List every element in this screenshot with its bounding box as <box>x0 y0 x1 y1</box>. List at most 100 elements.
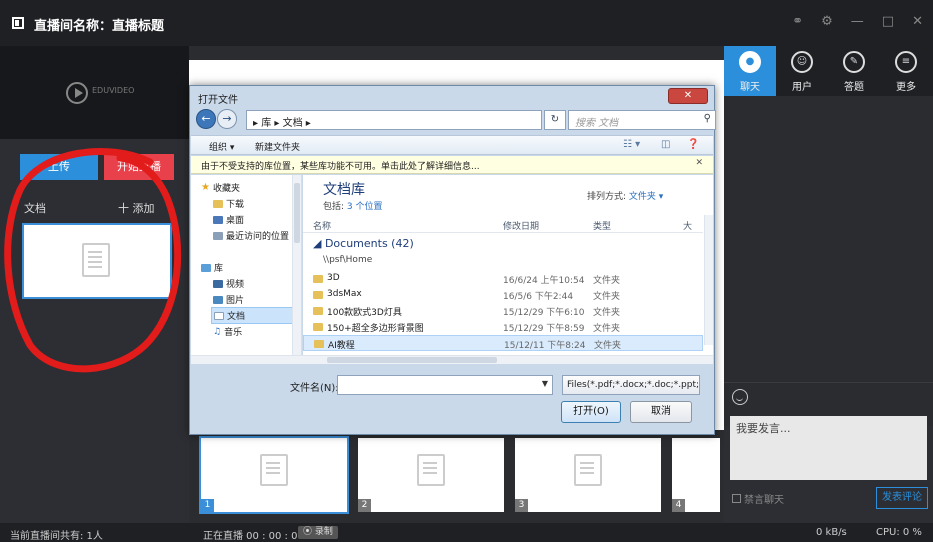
chevron-down-icon[interactable]: ▼ <box>542 379 548 388</box>
nav-videos[interactable]: 视频 <box>213 277 244 290</box>
nav-music[interactable]: ♫ 音乐 <box>213 325 242 339</box>
open-file-dialog: 打开文件 ✕ ← → ▸ 库 ▸ 文档 ▸ ↻ 搜索 文档 ⚲ 组织 ▾ 新建文… <box>189 85 716 435</box>
info-close-icon[interactable]: ✕ <box>695 158 703 168</box>
chat-messages <box>724 96 933 426</box>
library-sub-prefix: 包括: <box>323 202 347 212</box>
video-preview: EDUVIDEO <box>0 46 189 139</box>
smiley-icon[interactable] <box>732 389 748 405</box>
page-thumb[interactable]: 2 <box>356 436 506 514</box>
mute-chat-toggle[interactable]: 禁言聊天 <box>732 491 784 506</box>
right-tabs: ● 聊天 ☺ 用户 ✎ 答题 ≡ 更多 <box>724 46 933 96</box>
open-button[interactable]: 打开(O) <box>561 401 621 423</box>
add-doc-button[interactable]: 十 添加 <box>118 200 155 216</box>
nav-label: 桌面 <box>226 216 245 226</box>
document-icon <box>260 454 288 486</box>
dialog-title: 打开文件 <box>198 95 238 106</box>
page-thumb[interactable]: 3 <box>513 436 663 514</box>
minimize-icon[interactable]: — <box>851 14 864 29</box>
file-row[interactable]: 100款欧式3D灯具 15/12/29 下午6:10 文件夹 <box>303 303 703 319</box>
organize-menu[interactable]: 组织 ▾ <box>209 140 234 153</box>
address-bar[interactable]: ▸ 库 ▸ 文档 ▸ <box>246 110 542 130</box>
page-number: 1 <box>201 499 214 512</box>
scroll-thumb[interactable] <box>294 183 300 243</box>
file-row[interactable]: 150+超全多边形背景图 15/12/29 下午8:59 文件夹 <box>303 319 703 335</box>
col-size[interactable]: 大 <box>683 219 692 232</box>
net-speed: 0 kB/s <box>816 527 847 538</box>
status-bar: 当前直播间共有: 1人 正在直播 00 : 00 : 00 ⦿ 录制 0 kB/… <box>0 523 933 542</box>
preview-pane-icon[interactable]: ◫ <box>661 139 670 150</box>
nav-desktop[interactable]: 桌面 <box>213 213 244 226</box>
filename-input[interactable]: ▼ <box>337 375 553 395</box>
document-icon <box>417 454 445 486</box>
nav-label: 下载 <box>226 200 245 210</box>
col-type[interactable]: 类型 <box>593 219 611 232</box>
cpu-usage: CPU: 0 % <box>876 527 922 538</box>
group-header[interactable]: ◢ Documents (42) <box>313 237 414 250</box>
settings-icon[interactable]: ⚙ <box>821 14 833 29</box>
file-row[interactable]: 3dsMax 16/5/6 下午2:44 文件夹 <box>303 287 703 303</box>
file-row[interactable]: AI教程 15/12/11 下午8:24 文件夹 <box>303 335 703 351</box>
back-arrow-icon[interactable]: ← <box>196 109 216 129</box>
info-bar[interactable]: 由于不受支持的库位置，某些库功能不可用。单击此处了解详细信息... ✕ <box>191 156 713 174</box>
file-date: 15/12/11 下午8:24 <box>504 341 586 351</box>
file-row[interactable]: 3D 16/6/24 上午10:54 文件夹 <box>303 271 703 287</box>
emoji-row <box>724 382 933 412</box>
file-type: 文件夹 <box>593 308 621 318</box>
page-thumb[interactable]: 4 <box>670 436 722 514</box>
refresh-icon[interactable]: ↻ <box>544 110 566 130</box>
page-number: 4 <box>672 499 685 512</box>
chat-input[interactable]: 我要发言... <box>730 416 927 480</box>
upload-button[interactable]: 上传 <box>20 154 98 180</box>
help-icon[interactable]: ❓ <box>687 139 699 150</box>
nav-downloads[interactable]: 下载 <box>213 197 244 210</box>
tab-chat[interactable]: ● 聊天 <box>724 46 776 96</box>
file-name: 150+超全多边形背景图 <box>327 324 424 334</box>
scroll-thumb[interactable] <box>327 357 497 363</box>
nav-favorites[interactable]: ★ 收藏夹 <box>201 181 240 194</box>
live-timer: 正在直播 00 : 00 : 00 <box>203 531 304 542</box>
cancel-button[interactable]: 取消 <box>630 401 692 423</box>
filename-label: 文件名(N): <box>290 383 339 394</box>
locations-link[interactable]: 3 个位置 <box>347 202 383 212</box>
music-icon: ♫ <box>213 326 222 337</box>
tab-answer[interactable]: ✎ 答题 <box>828 46 880 96</box>
search-placeholder: 搜索 文档 <box>575 118 619 129</box>
record-button[interactable]: ⦿ 录制 <box>298 526 338 539</box>
nav-recent[interactable]: 最近访问的位置 <box>213 229 289 242</box>
col-name[interactable]: 名称 <box>313 219 331 232</box>
file-type: 文件夹 <box>593 324 621 334</box>
close-icon[interactable]: ✕ <box>912 14 923 29</box>
page-thumbnails: 1 2 3 4 <box>189 436 724 518</box>
col-date[interactable]: 修改日期 <box>503 219 539 232</box>
view-options-icon[interactable]: ☷ ▾ <box>623 139 640 150</box>
send-comment-button[interactable]: 发表评论 <box>876 487 928 509</box>
file-date: 15/12/29 下午6:10 <box>503 308 585 318</box>
folder-icon <box>213 199 223 208</box>
file-list-scrollbar[interactable] <box>704 215 713 345</box>
group-path: \\psf\Home <box>323 255 373 265</box>
horizontal-scrollbar[interactable] <box>191 355 713 364</box>
filetype-select[interactable]: Files(*.pdf;*.docx;*.doc;*.ppt; <box>562 375 700 395</box>
start-live-button[interactable]: 开始直播 <box>104 154 174 180</box>
window-controls: ⚭ ⚙ — □ ✕ <box>792 14 923 29</box>
tab-users[interactable]: ☺ 用户 <box>776 46 828 96</box>
search-input[interactable]: 搜索 文档 ⚲ <box>568 110 716 130</box>
nav-libraries[interactable]: 库 <box>201 261 223 274</box>
sort-dropdown[interactable]: 文件夹 ▾ <box>629 192 663 202</box>
share-icon[interactable]: ⚭ <box>792 14 803 29</box>
new-folder-button[interactable]: 新建文件夹 <box>255 140 300 153</box>
checkbox[interactable] <box>732 494 741 503</box>
title-bar: 直播间名称：直播标题 ⚭ ⚙ — □ ✕ <box>0 0 933 46</box>
doc-thumbnail[interactable] <box>22 223 172 299</box>
nav-scrollbar[interactable] <box>292 175 301 355</box>
nav-documents[interactable]: 文档 <box>211 307 293 324</box>
right-panel: ● 聊天 ☺ 用户 ✎ 答题 ≡ 更多 我要发言... 禁言聊天 发表评论 <box>724 46 933 523</box>
tab-more[interactable]: ≡ 更多 <box>880 46 932 96</box>
forward-arrow-icon[interactable]: → <box>217 109 237 129</box>
chat-icon: ● <box>739 51 761 73</box>
document-icon <box>214 311 224 320</box>
page-thumb[interactable]: 1 <box>199 436 349 514</box>
nav-pictures[interactable]: 图片 <box>213 293 244 306</box>
maximize-icon[interactable]: □ <box>882 14 894 29</box>
dialog-close-button[interactable]: ✕ <box>668 88 708 104</box>
